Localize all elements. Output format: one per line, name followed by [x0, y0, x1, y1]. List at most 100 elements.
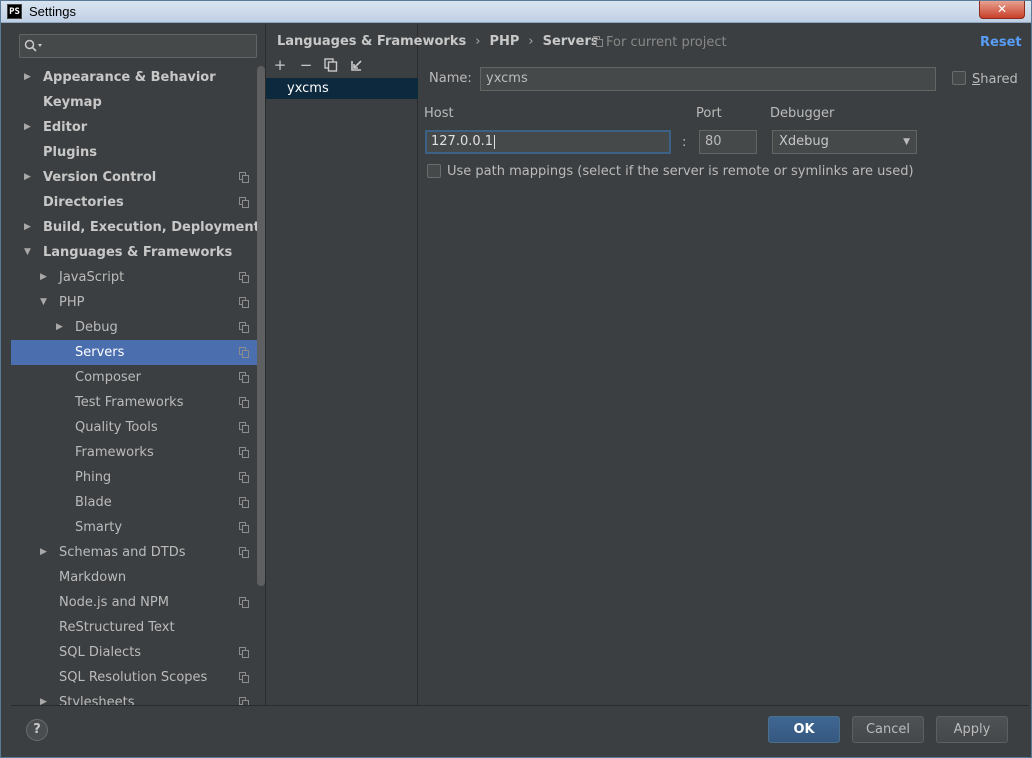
sidebar-item-label: JavaScript: [59, 270, 125, 285]
search-icon: [24, 39, 44, 53]
dialog-footer: ? OK Cancel Apply: [11, 705, 1029, 751]
phpstorm-app-icon: PS: [7, 4, 22, 19]
host-label: Host: [424, 106, 454, 121]
sidebar-item[interactable]: Markdown: [11, 565, 257, 590]
settings-search-input[interactable]: [19, 34, 257, 58]
sidebar-item[interactable]: ▼ PHP: [11, 290, 257, 315]
project-scope-icon: [239, 522, 249, 533]
sidebar-item-label: ReStructured Text: [59, 620, 175, 635]
title-bar: PS Settings ✕: [1, 1, 1031, 23]
ok-button[interactable]: OK: [768, 716, 840, 743]
sidebar-scrollbar[interactable]: [257, 66, 265, 586]
sidebar-item[interactable]: Plugins: [11, 140, 257, 165]
sidebar-item[interactable]: ▶ Debug: [11, 315, 257, 340]
project-scope-icon: [239, 197, 249, 208]
sidebar-item[interactable]: Phing: [11, 465, 257, 490]
server-name-field[interactable]: yxcms: [480, 67, 936, 91]
sidebar-item-label: Frameworks: [75, 445, 154, 460]
sidebar-item[interactable]: Servers: [11, 340, 265, 365]
sidebar-item-label: Schemas and DTDs: [59, 545, 186, 560]
chevron-right-icon[interactable]: ▶: [24, 215, 34, 240]
sidebar-item-label: Servers: [75, 345, 125, 360]
sidebar-item-label: Markdown: [59, 570, 127, 585]
help-button[interactable]: ?: [26, 719, 48, 741]
sidebar-item[interactable]: ▶ JavaScript: [11, 265, 257, 290]
chevron-right-icon[interactable]: ▶: [40, 690, 50, 705]
project-scope-icon: [239, 447, 249, 458]
copy-server-button[interactable]: [322, 56, 340, 74]
close-window-button[interactable]: ✕: [979, 1, 1025, 19]
sidebar-item[interactable]: ▶ Editor: [11, 115, 257, 140]
sidebar-item[interactable]: SQL Dialects: [11, 640, 257, 665]
sidebar-item[interactable]: ▶ Build, Execution, Deployment: [11, 215, 260, 240]
sidebar-item[interactable]: Directories: [11, 190, 257, 215]
project-scope-icon: [239, 297, 249, 308]
reset-link[interactable]: Reset: [980, 35, 1022, 50]
chevron-right-icon[interactable]: ▶: [24, 65, 34, 90]
sidebar-item[interactable]: ▶ Stylesheets: [11, 690, 257, 705]
remove-server-button[interactable]: −: [297, 56, 315, 74]
project-scope-label: For current project: [606, 35, 727, 50]
sidebar-item[interactable]: ▼ Languages & Frameworks: [11, 240, 257, 265]
sidebar-item-label: PHP: [59, 295, 85, 310]
breadcrumb-item[interactable]: Languages & Frameworks: [277, 34, 466, 49]
name-label: Name:: [429, 71, 472, 86]
sidebar-item-label: Plugins: [43, 145, 97, 160]
project-scope-icon: [239, 422, 249, 433]
sidebar-item[interactable]: SQL Resolution Scopes: [11, 665, 257, 690]
port-field[interactable]: 80: [699, 130, 757, 154]
sidebar-item[interactable]: ▶ Appearance & Behavior: [11, 65, 257, 90]
breadcrumb-item[interactable]: PHP: [489, 34, 519, 49]
cancel-button[interactable]: Cancel: [852, 716, 924, 743]
debugger-value: Xdebug: [779, 134, 829, 149]
debugger-select[interactable]: Xdebug ▼: [772, 130, 917, 154]
project-scope-icon: [239, 497, 249, 508]
chevron-right-icon[interactable]: ▶: [56, 315, 66, 340]
copy-icon: [324, 58, 338, 72]
project-scope-icon: [239, 697, 249, 705]
sidebar-item[interactable]: Smarty: [11, 515, 257, 540]
sidebar-item[interactable]: ▶ Schemas and DTDs: [11, 540, 257, 565]
add-server-button[interactable]: +: [271, 56, 289, 74]
chevron-right-icon[interactable]: ▶: [40, 540, 50, 565]
import-icon: [351, 60, 362, 71]
chevron-right-icon[interactable]: ▶: [40, 265, 50, 290]
sidebar-item[interactable]: ▶ Version Control: [11, 165, 257, 190]
sidebar-item-label: Editor: [43, 120, 88, 135]
project-scope-icon: [239, 347, 249, 358]
project-scope-icon: [239, 322, 249, 333]
sidebar-item-label: Node.js and NPM: [59, 595, 169, 610]
project-scope-icon: [239, 597, 249, 608]
sidebar-item[interactable]: Test Frameworks: [11, 390, 257, 415]
sidebar-item[interactable]: Node.js and NPM: [11, 590, 257, 615]
sidebar-item-label: Appearance & Behavior: [43, 70, 216, 85]
sidebar-item[interactable]: Composer: [11, 365, 257, 390]
sidebar-item[interactable]: ReStructured Text: [11, 615, 257, 640]
chevron-down-icon[interactable]: ▼: [40, 290, 50, 315]
path-mappings-checkbox[interactable]: [427, 164, 441, 178]
sidebar-item-label: Smarty: [75, 520, 123, 535]
sidebar-item[interactable]: Quality Tools: [11, 415, 257, 440]
sidebar-item-label: SQL Dialects: [59, 645, 142, 660]
text-caret: [494, 134, 496, 149]
chevron-down-icon[interactable]: ▼: [24, 240, 34, 265]
sidebar-item[interactable]: Blade: [11, 490, 257, 515]
sidebar-item-label: Debug: [75, 320, 118, 335]
host-field[interactable]: 127.0.0.1: [425, 130, 671, 154]
apply-button[interactable]: Apply: [936, 716, 1008, 743]
sidebar-item[interactable]: Frameworks: [11, 440, 257, 465]
chevron-right-icon[interactable]: ▶: [24, 165, 34, 190]
chevron-right-icon[interactable]: ▶: [24, 115, 34, 140]
sidebar-item-label: Languages & Frameworks: [43, 245, 233, 260]
settings-window: PS Settings ✕ ▶ Appearance & Behavior Keym…: [0, 0, 1032, 758]
sidebar-item[interactable]: Keymap: [11, 90, 257, 115]
breadcrumb-separator: ›: [528, 34, 534, 49]
window-title: Settings: [29, 4, 76, 19]
servers-list-panel: + − yxcms: [266, 24, 418, 705]
server-list-item[interactable]: yxcms: [266, 78, 418, 99]
sidebar-item-label: Phing: [75, 470, 112, 485]
import-server-button[interactable]: [348, 56, 366, 74]
port-label: Port: [696, 106, 722, 121]
project-scope-icon: [239, 397, 249, 408]
shared-checkbox[interactable]: [952, 71, 966, 85]
